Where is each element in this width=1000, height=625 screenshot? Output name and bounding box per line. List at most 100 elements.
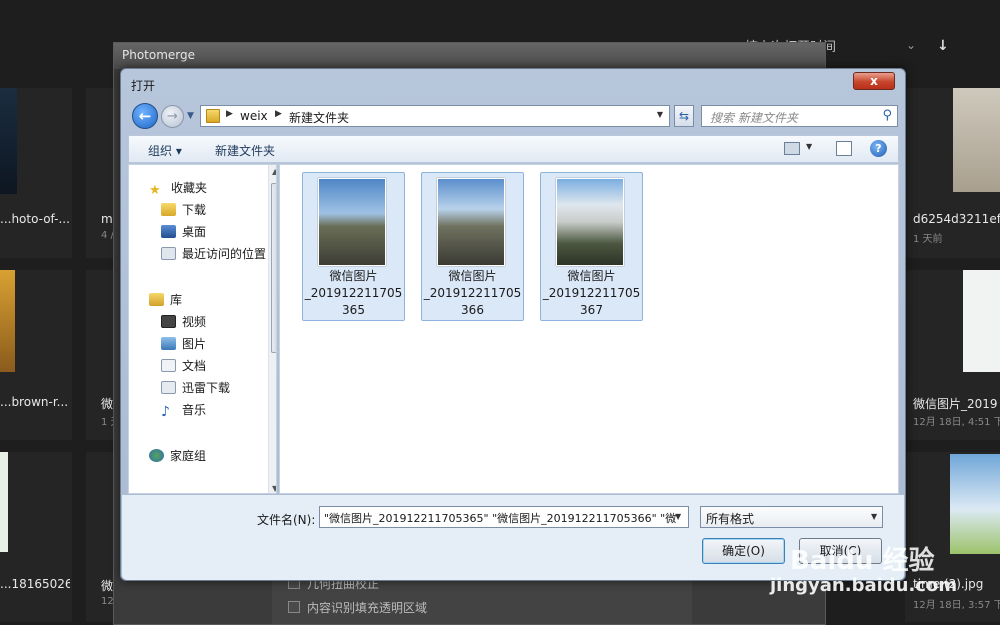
back-button[interactable]: ←	[132, 103, 158, 129]
tile-date: 12月 18日, 3:57 下午	[913, 600, 1000, 611]
new-folder-button[interactable]: 新建文件夹	[215, 142, 275, 159]
forward-button[interactable]: →	[161, 105, 184, 128]
dialog-title: 打开	[131, 79, 156, 93]
nav-favorites[interactable]: ★ 收藏夹	[149, 179, 207, 199]
nav-label: 视频	[182, 315, 207, 329]
toolbar: 组织 ▾ 新建文件夹 ▼ ?	[128, 135, 899, 163]
music-icon: ♪	[161, 404, 170, 420]
photomerge-title: Photomerge	[114, 43, 825, 69]
preview-pane-icon[interactable]	[836, 141, 852, 156]
nav-documents[interactable]: 文档	[161, 357, 206, 377]
nav-homegroup[interactable]: 家庭组	[149, 447, 206, 467]
content-aware-fill-label: 内容识别填充透明区域	[307, 601, 428, 615]
star-icon: ★	[149, 183, 161, 198]
nav-label: 下载	[182, 203, 207, 217]
nav-label: 音乐	[182, 403, 207, 417]
nav-label: 迅雷下载	[182, 381, 231, 395]
view-options-dropdown[interactable]: ▼	[806, 142, 812, 151]
search-icon[interactable]: ⚲	[882, 108, 892, 123]
organize-button[interactable]: 组织 ▾	[148, 142, 182, 159]
scroll-up-icon[interactable]: ▲	[272, 167, 276, 176]
thumbnail	[963, 270, 1000, 372]
arrow-left-icon: ←	[138, 107, 152, 125]
folder-icon	[206, 109, 220, 123]
nav-label: 桌面	[182, 225, 207, 239]
tile-date: 12月 18日, 4:51 下午	[913, 417, 1000, 428]
refresh-icon: ⇆	[678, 109, 690, 123]
desktop-icon	[161, 225, 176, 238]
thumbnail	[950, 454, 1000, 554]
file-name: 微信图片 _201912211705 365	[304, 269, 403, 317]
file-thumbnail	[556, 178, 624, 266]
nav-libraries[interactable]: 库	[149, 291, 182, 311]
tile-name: ...18165026...	[0, 577, 70, 591]
recent-locations-dropdown[interactable]: ▼	[187, 111, 194, 121]
arrow-right-icon: →	[167, 109, 178, 124]
nav-label: 图片	[182, 337, 207, 351]
filename-label: 文件名(N):	[257, 513, 316, 527]
watermark-url: jingyan.baidu.com	[770, 575, 958, 596]
view-icon[interactable]	[784, 142, 800, 155]
nav-music[interactable]: ♪ 音乐	[161, 401, 206, 421]
scroll-down-icon[interactable]: ▼	[272, 484, 276, 493]
open-file-dialog: 打开 x ← → ▼ ▶ weix ▶ 新建文件夹 ▼ ⇆ 搜索 新建文件夹 ⚲…	[120, 68, 906, 581]
nav-desktop[interactable]: 桌面	[161, 223, 206, 243]
breadcrumb-new-folder[interactable]: 新建文件夹	[289, 109, 349, 126]
search-placeholder: 搜索 新建文件夹	[710, 111, 798, 125]
chevron-down-icon[interactable]: ▼	[675, 512, 681, 521]
scrollbar-thumb[interactable]	[271, 183, 276, 353]
breadcrumb-separator-icon[interactable]: ▶	[226, 109, 233, 119]
chevron-down-icon[interactable]: ▼	[657, 110, 663, 119]
tile-name: ...brown-r...	[0, 395, 69, 409]
close-icon: x	[870, 74, 878, 88]
tile-name: 微信图片_2019	[913, 397, 998, 411]
tile-name: d6254d3211ef4d	[913, 212, 1000, 226]
documents-icon	[161, 359, 176, 372]
ok-button[interactable]: 确定(O)	[702, 538, 785, 564]
navigation-pane: ★ 收藏夹 下载 桌面 最近访问的位置 库 视频 图片 文档 迅雷下载 ♪ 音乐 家…	[128, 164, 277, 494]
nav-videos[interactable]: 视频	[161, 313, 206, 333]
file-item[interactable]: 微信图片 _201912211705 367	[540, 172, 643, 321]
file-item[interactable]: 微信图片 _201912211705 366	[421, 172, 524, 321]
file-name: 微信图片 _201912211705 366	[423, 269, 522, 317]
nav-xunlei[interactable]: 迅雷下载	[161, 379, 230, 399]
file-list: 微信图片 _201912211705 365 微信图片 _201912211705 36…	[279, 164, 899, 494]
nav-label: 最近访问的位置	[182, 247, 267, 261]
file-thumbnail	[437, 178, 505, 266]
help-icon[interactable]: ?	[870, 140, 887, 157]
thumbnail	[0, 88, 17, 194]
nav-label: 收藏夹	[171, 181, 208, 195]
filename-input[interactable]: "微信图片_201912211705365" "微信图片_20191221170…	[319, 506, 689, 528]
gallery-tile[interactable]	[0, 452, 72, 622]
tile-date: 1 天前	[913, 234, 943, 245]
nav-scrollbar[interactable]: ▲ ▼	[268, 165, 276, 493]
dialog-footer: 文件名(N): "微信图片_201912211705365" "微信图片_201…	[122, 495, 904, 580]
chevron-down-icon[interactable]: ▼	[871, 512, 877, 521]
library-icon	[149, 293, 164, 306]
address-bar[interactable]: ▶ weix ▶ 新建文件夹 ▼	[200, 105, 670, 127]
thumbnail	[0, 270, 15, 372]
nav-label: 家庭组	[170, 449, 207, 463]
refresh-button[interactable]: ⇆	[674, 105, 694, 127]
gallery-tile[interactable]	[0, 88, 72, 258]
pictures-icon	[161, 337, 176, 350]
breadcrumb-weix[interactable]: weix	[240, 109, 268, 123]
video-icon	[161, 315, 176, 328]
nav-recent[interactable]: 最近访问的位置	[161, 245, 266, 265]
search-input[interactable]: 搜索 新建文件夹 ⚲	[701, 105, 898, 127]
content-aware-fill-checkbox[interactable]	[288, 601, 300, 613]
breadcrumb-separator-icon[interactable]: ▶	[275, 109, 282, 119]
close-button[interactable]: x	[853, 72, 895, 90]
recent-places-icon	[161, 247, 176, 260]
file-item[interactable]: 微信图片 _201912211705 365	[302, 172, 405, 321]
file-thumbnail	[318, 178, 386, 266]
file-type-select[interactable]: 所有格式	[700, 506, 883, 528]
nav-downloads[interactable]: 下载	[161, 201, 206, 221]
gallery-tile[interactable]	[0, 270, 72, 440]
tile-name: ...hoto-of-...	[0, 212, 70, 226]
homegroup-icon	[149, 449, 164, 462]
nav-label: 文档	[182, 359, 207, 373]
sort-direction-icon[interactable]: ↓	[937, 38, 949, 54]
nav-pictures[interactable]: 图片	[161, 335, 206, 355]
chevron-down-icon[interactable]: ⌄	[906, 38, 916, 52]
